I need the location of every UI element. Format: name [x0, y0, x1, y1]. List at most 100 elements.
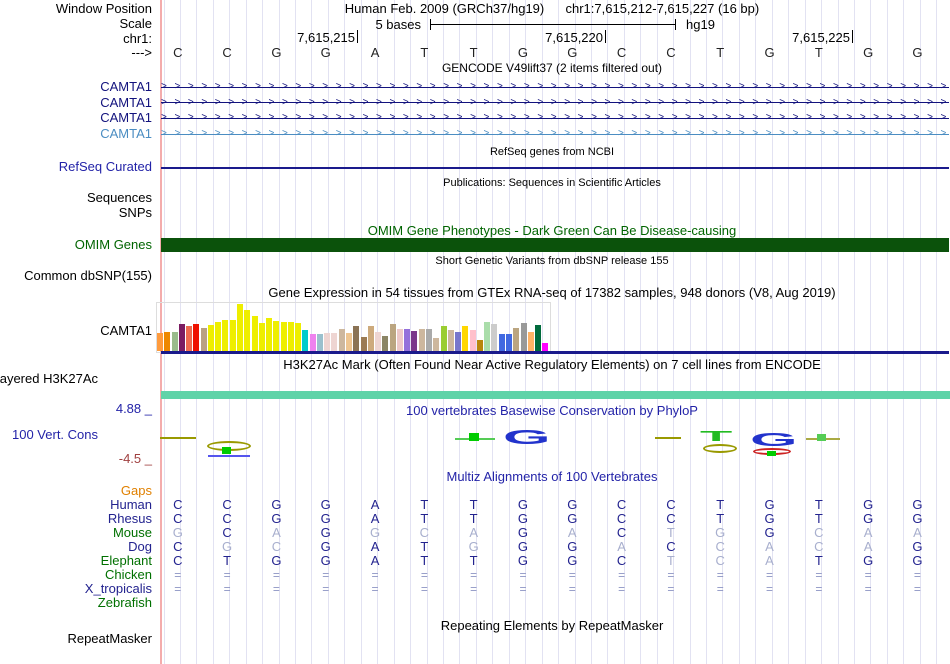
multiz-base: G [320, 511, 331, 526]
multiz-unaligned-mark: = [322, 568, 330, 582]
omim-genes-label[interactable]: OMIM Genes [75, 238, 152, 252]
multiz-species-label[interactable]: Human [110, 498, 152, 512]
multiz-base: C [616, 553, 627, 568]
multiz-base: G [320, 539, 331, 554]
conservation-logo-glyph: G [750, 430, 798, 450]
scale-label[interactable]: Scale [119, 17, 152, 31]
multiz-base: G [567, 539, 578, 554]
multiz-base: T [420, 539, 429, 554]
repeatmasker-label[interactable]: RepeatMasker [67, 632, 152, 646]
layered-h3k27ac-label[interactable]: Layered H3K27Ac [0, 372, 98, 386]
multiz-unaligned-mark: = [913, 582, 921, 596]
multiz-base: C [616, 525, 627, 540]
common-dbsnp-label[interactable]: Common dbSNP(155) [24, 269, 152, 283]
multiz-base: T [469, 511, 478, 526]
multiz-base: C [666, 539, 676, 554]
multiz-base: C [222, 497, 232, 512]
multiz-unaligned-mark: = [272, 582, 280, 596]
multiz-base: A [765, 553, 774, 568]
phylop-track-label[interactable]: 100 Vert. Cons [12, 428, 98, 442]
multiz-base: G [320, 525, 331, 540]
gtex-plot-box [156, 302, 551, 353]
conservation-logo-glyph [655, 437, 681, 439]
gencode-gene-arrows[interactable]: >>>>>>>>>>>>>>>>>>>>>>>>>>>>>>>>>>>>>>>>… [161, 80, 949, 94]
multiz-base: G [764, 497, 775, 512]
coordinate-tick [852, 30, 853, 43]
chrom-label[interactable]: chr1: [123, 32, 152, 46]
multiz-species-label[interactable]: X_tropicalis [85, 582, 152, 596]
conservation-logo-glyph: G [503, 427, 551, 449]
multiz-base: C [814, 525, 824, 540]
multiz-unaligned-mark: = [223, 582, 231, 596]
multiz-unaligned-mark: = [420, 568, 428, 582]
conservation-logo-glyph: T [700, 428, 733, 445]
multiz-species-label[interactable]: Dog [128, 540, 152, 554]
multiz-species-label[interactable]: Elephant [101, 554, 152, 568]
multiz-base: T [716, 511, 725, 526]
multiz-base: C [715, 539, 725, 554]
multiz-unaligned-mark: = [667, 582, 675, 596]
multiz-base: T [814, 497, 823, 512]
multiz-species-label[interactable]: Zebrafish [98, 596, 152, 610]
snps-label[interactable]: SNPs [119, 206, 152, 220]
multiz-base: G [271, 553, 282, 568]
multiz-unaligned-mark: = [322, 582, 330, 596]
gencode-gene-arrows[interactable]: >>>>>>>>>>>>>>>>>>>>>>>>>>>>>>>>>>>>>>>>… [161, 111, 949, 126]
multiz-base: C [666, 497, 676, 512]
gtex-gene-line[interactable] [161, 351, 949, 354]
multiz-unaligned-mark: = [568, 568, 576, 582]
dbsnp-track-title: Short Genetic Variants from dbSNP releas… [435, 255, 669, 267]
position-range: chr1:7,615,212-7,615,227 (16 bp) [565, 1, 760, 16]
multiz-unaligned-mark: = [864, 582, 872, 596]
multiz-species-label[interactable]: Gaps [121, 484, 152, 498]
multiz-unaligned-mark: = [174, 582, 182, 596]
refseq-gene-line[interactable] [161, 167, 949, 169]
multiz-species-label[interactable]: Rhesus [108, 512, 152, 526]
conservation-logo-glyph [469, 433, 479, 441]
multiz-species-label[interactable]: Chicken [105, 568, 152, 582]
multiz-base: G [517, 539, 529, 554]
multiz-base: C [222, 511, 232, 526]
reference-base: G [863, 45, 874, 60]
refseq-track-title: RefSeq genes from NCBI [489, 146, 615, 158]
gtex-gene-label[interactable]: CAMTA1 [100, 324, 152, 338]
reference-base: G [271, 45, 282, 60]
multiz-unaligned-mark: = [223, 568, 231, 582]
gencode-gene-arrows[interactable]: >>>>>>>>>>>>>>>>>>>>>>>>>>>>>>>>>>>>>>>>… [161, 95, 949, 110]
multiz-unaligned-mark: = [272, 568, 280, 582]
refseq-curated-label[interactable]: RefSeq Curated [59, 160, 152, 174]
multiz-unaligned-mark: = [568, 582, 576, 596]
multiz-base: C [616, 511, 627, 526]
multiz-species-label[interactable]: Mouse [113, 526, 152, 540]
multiz-base: G [271, 511, 282, 526]
multiz-base: C [715, 553, 725, 568]
h3k27ac-signal-bar[interactable] [161, 391, 950, 399]
multiz-base: G [517, 497, 529, 512]
window-position-label[interactable]: Window Position [56, 2, 152, 16]
multiz-base: G [222, 539, 233, 554]
multiz-base: A [370, 539, 380, 554]
multiz-base: T [666, 553, 675, 568]
strand-arrow[interactable]: ---> [131, 46, 152, 60]
gencode-gene-label[interactable]: CAMTA1 [100, 95, 152, 110]
multiz-unaligned-mark: = [766, 582, 774, 596]
multiz-base: G [912, 539, 923, 554]
multiz-unaligned-mark: = [470, 582, 478, 596]
multiz-base: C [173, 497, 183, 512]
reference-base: T [716, 45, 725, 60]
gencode-gene-label[interactable]: CAMTA1 [100, 80, 152, 94]
publications-track-title: Publications: Sequences in Scientific Ar… [443, 177, 661, 189]
coordinate-label: 7,615,220 [545, 30, 603, 45]
multiz-base: C [616, 497, 627, 512]
gencode-gene-label[interactable]: CAMTA1 [100, 111, 152, 125]
phylop-axis-min: -4.5 _ [118, 451, 152, 466]
assembly-title: Human Feb. 2009 (GRCh37/hg19) [344, 1, 545, 16]
omim-gene-bar[interactable] [161, 238, 949, 252]
multiz-unaligned-mark: = [618, 568, 626, 582]
multiz-base: G [517, 511, 529, 526]
phylop-track-title: 100 vertebrates Basewise Conservation by… [406, 403, 698, 418]
sequences-label[interactable]: Sequences [87, 191, 152, 205]
gencode-gene-label[interactable]: CAMTA1 [100, 127, 152, 141]
gencode-gene-arrows[interactable]: >>>>>>>>>>>>>>>>>>>>>>>>>>>>>>>>>>>>>>>>… [161, 127, 949, 142]
reference-base: C [173, 45, 183, 60]
